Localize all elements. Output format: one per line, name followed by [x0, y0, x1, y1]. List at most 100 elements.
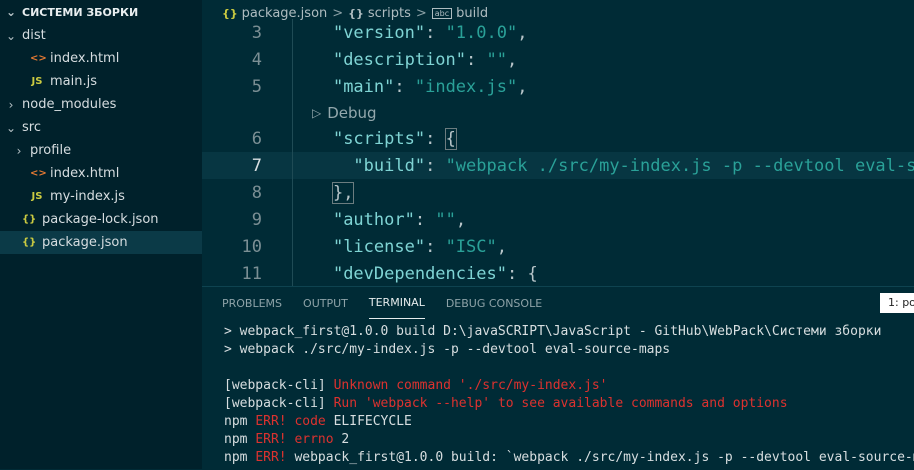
file-item[interactable]: <> index.html [0, 162, 202, 185]
token-colon: : [466, 49, 487, 70]
explorer-sidebar: ⌄ СИСТЕМИ ЗБОРКИ ⌄ dist <> index.html JS main… [0, 0, 202, 469]
tree-item-label: main.js [50, 74, 97, 89]
indent-guide [292, 100, 293, 125]
indent-guide [292, 125, 293, 152]
explorer-title-row[interactable]: ⌄ СИСТЕМИ ЗБОРКИ [0, 0, 202, 24]
code-editor[interactable]: {} package.json > {} scripts > abc build… [202, 0, 914, 286]
token-value: "ISC" [445, 236, 497, 257]
terminal-line: > webpack ./src/my-index.js -p --devtool… [224, 341, 914, 359]
file-item[interactable]: JS main.js [0, 70, 202, 93]
folder-item[interactable]: ⌄ src [0, 116, 202, 139]
token-colon: : [425, 128, 446, 149]
js-file-icon: JS [31, 191, 43, 202]
token-value: "1.0.0" [445, 22, 518, 43]
token-value: "index.js" [414, 76, 518, 97]
code-lines[interactable]: 3 "version": "1.0.0", 4 "description": ""… [202, 19, 914, 286]
tab-output[interactable]: OUTPUT [303, 287, 348, 319]
code-line[interactable]: 7 "build": "webpack ./src/my-index.js -p… [202, 152, 914, 179]
tree-item-label: node_modules [22, 97, 117, 112]
code-line[interactable]: 6 "scripts": { [202, 125, 914, 152]
tree-item-label: index.html [50, 166, 120, 181]
tree-item-label: src [22, 120, 41, 135]
terminal-text: npm [224, 432, 256, 447]
token-key: "main" [332, 76, 395, 97]
indent-guide [292, 19, 293, 46]
code-line[interactable]: 4 "description": "", [202, 46, 914, 73]
chevron-down-icon: ⌄ [5, 28, 17, 43]
file-item[interactable]: {} package-lock.json [0, 208, 202, 231]
tab-problems[interactable]: PROBLEMS [222, 287, 282, 319]
chevron-down-icon[interactable]: ⌄ [4, 5, 18, 19]
token-colon: : [425, 155, 446, 176]
terminal-output[interactable]: > webpack_first@1.0.0 build D:\javaSCRIP… [224, 323, 914, 467]
terminal-line: npm ERR! webpack_first@1.0.0 build: `web… [224, 449, 914, 467]
tab-debug-console[interactable]: DEBUG CONSOLE [446, 287, 542, 319]
play-icon: ▷ [312, 105, 322, 120]
terminal-text: ELIFECYCLE [325, 414, 412, 429]
code-line[interactable]: 9 "author": "", [202, 206, 914, 233]
terminal-error-text: Unknown command './src/my-index.js' [333, 378, 608, 393]
token-colon: : [414, 209, 436, 230]
tree-item-label: package.json [42, 235, 128, 250]
explorer-title: СИСТЕМИ ЗБОРКИ [22, 5, 139, 19]
code-line[interactable]: 8 }, [202, 179, 914, 206]
token-key: "license" [332, 236, 426, 257]
tree-item-label: profile [30, 143, 72, 158]
line-number: 4 [251, 49, 262, 70]
line-number: 10 [241, 236, 262, 257]
chevron-down-icon: ⌄ [5, 120, 17, 135]
token-end: , [517, 76, 528, 97]
tab-terminal[interactable]: TERMINAL [368, 287, 425, 319]
token-key: "description" [332, 49, 467, 70]
tree-item-label: dist [22, 28, 46, 43]
terminal-line: npm ERR! errno 2 [224, 431, 914, 449]
indent-guide [292, 260, 293, 286]
file-item[interactable]: <> index.html [0, 47, 202, 70]
terminal-text: > webpack_first@1.0.0 build D:\javaSCRIP… [224, 324, 882, 339]
line-number: 7 [251, 155, 262, 176]
code-line[interactable]: 3 "version": "1.0.0", [202, 19, 914, 46]
token-end: , [496, 236, 507, 257]
terminal-text: [webpack-cli] [224, 378, 334, 393]
json-file-icon: {} [22, 214, 37, 225]
code-line[interactable]: 11 "devDependencies": { [202, 260, 914, 286]
token-end: }, [331, 181, 355, 204]
code-line[interactable]: 10 "license": "ISC", [202, 233, 914, 260]
tree-item-label: my-index.js [50, 189, 125, 204]
token-colon: : [394, 76, 415, 97]
folder-item[interactable]: ⌄ dist [0, 24, 202, 47]
line-number: 3 [251, 22, 262, 43]
token-end: , [455, 209, 467, 230]
code-line[interactable]: 5 "main": "index.js", [202, 73, 914, 100]
debug-codelens[interactable]: ▷ Debug [202, 100, 914, 125]
file-item[interactable]: {} package.json [0, 231, 202, 254]
token-end: { [444, 127, 457, 150]
terminal-selector[interactable]: 1: powershell [880, 293, 914, 313]
terminal-error-text: code [294, 414, 326, 429]
token-end: { [527, 263, 538, 284]
token-key: "scripts" [332, 128, 426, 149]
string-property-icon: abc [431, 7, 453, 19]
file-item[interactable]: JS my-index.js [0, 185, 202, 208]
tree-item-label: package-lock.json [42, 212, 159, 227]
indent-guide [292, 152, 293, 179]
panel-tabs: PROBLEMS OUTPUT TERMINAL DEBUG CONSOLE [202, 287, 914, 319]
codelens-label: Debug [327, 103, 377, 122]
token-key: "version" [332, 22, 426, 43]
folder-item[interactable]: › profile [0, 139, 202, 162]
line-number: 6 [251, 128, 262, 149]
terminal-error-text: ERR! [255, 414, 287, 429]
line-number: 8 [251, 182, 262, 203]
folder-item[interactable]: › node_modules [0, 93, 202, 116]
line-number: 9 [251, 209, 262, 230]
token-end: , [506, 49, 518, 70]
token-value: "webpack ./src/my-index.js -p --devtool … [445, 155, 914, 176]
terminal-error-text: errno [294, 432, 334, 447]
token-key: "author" [332, 209, 415, 230]
